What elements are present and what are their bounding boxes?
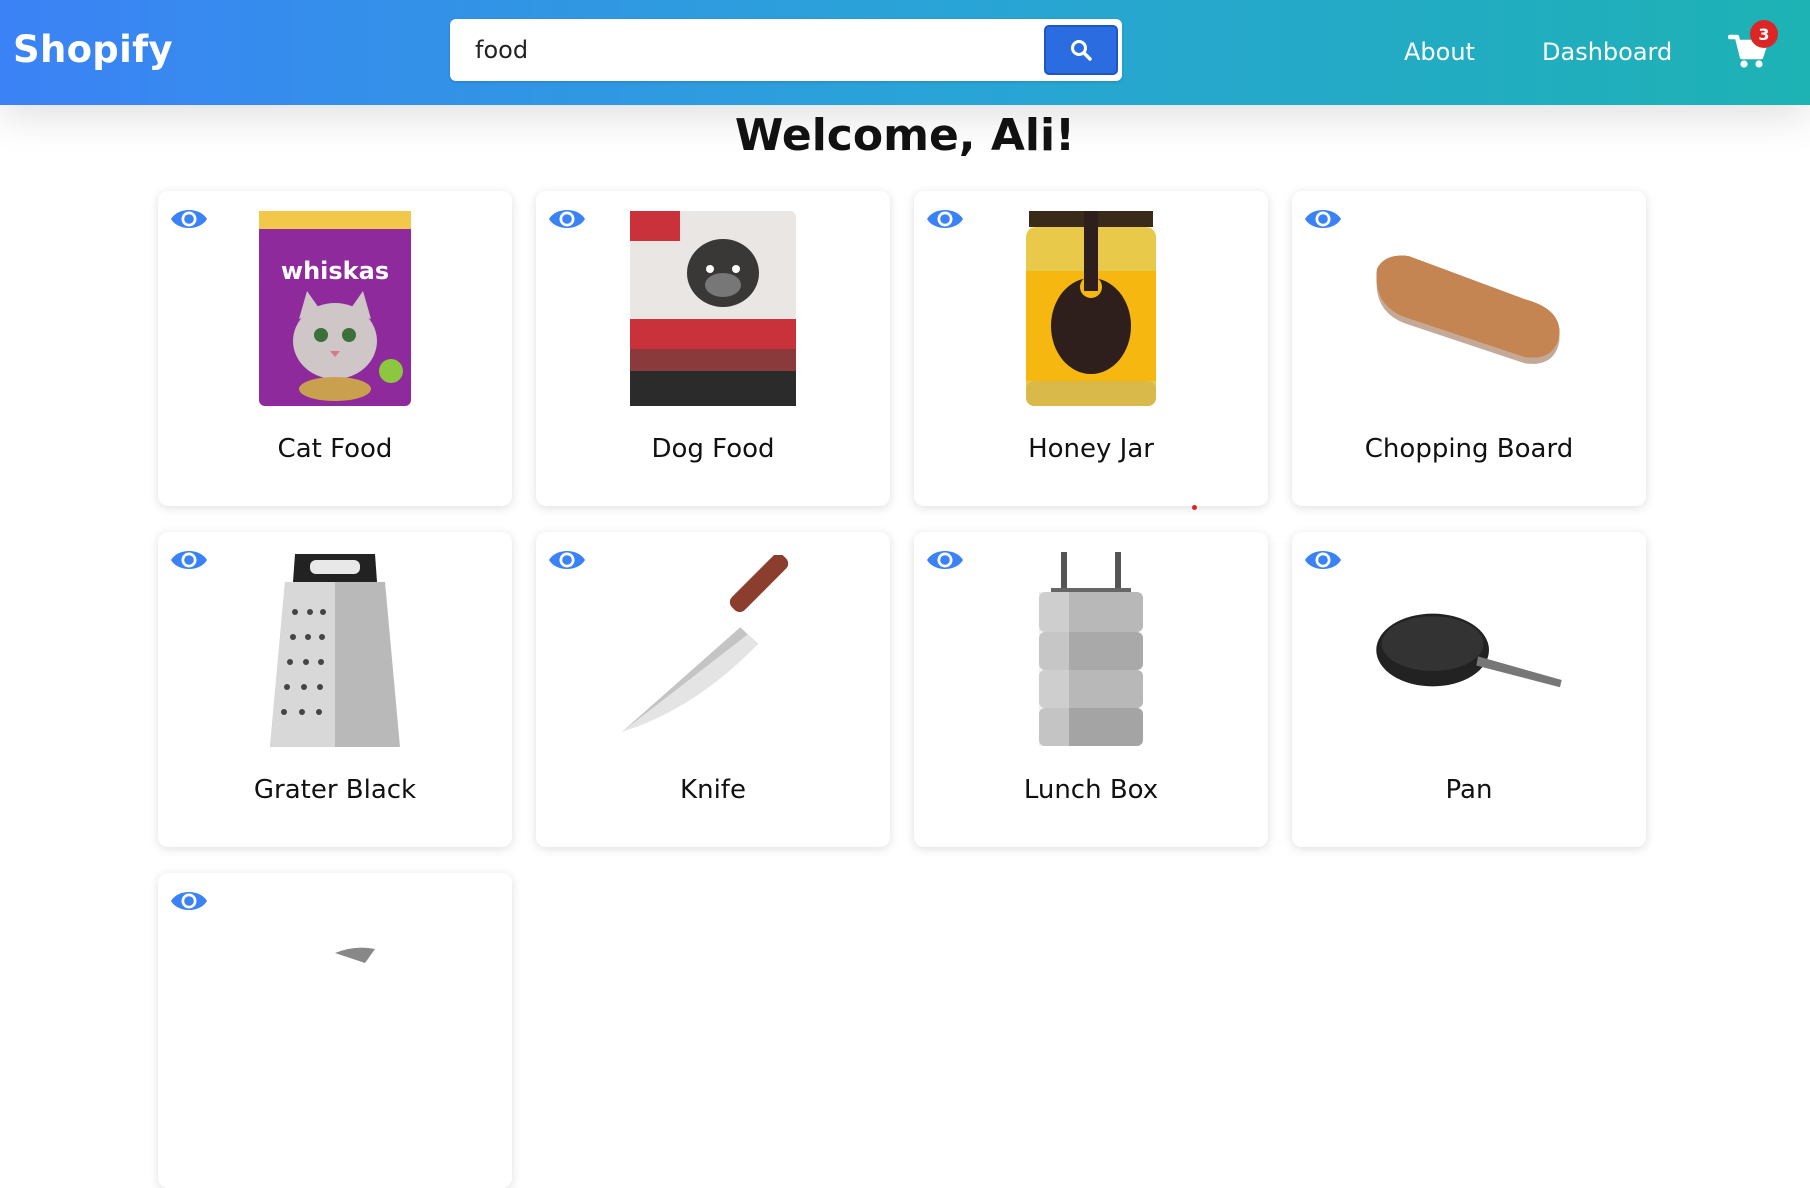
product-name: Pan: [1445, 775, 1493, 805]
product-card[interactable]: Lunch Box: [914, 532, 1268, 847]
product-name: Honey Jar: [1028, 434, 1154, 464]
product-card[interactable]: Pan: [1292, 532, 1646, 847]
eye-icon[interactable]: [170, 206, 208, 232]
eye-icon[interactable]: [1304, 206, 1342, 232]
product-grid: whiskas Cat Food Dog Food Honey Jar Chop…: [158, 191, 1648, 1188]
grater-image: [235, 552, 435, 747]
dog-food-image: [613, 211, 813, 406]
product-name: Grater Black: [253, 775, 417, 805]
product-card[interactable]: Dog Food: [536, 191, 890, 506]
nav-about-link[interactable]: About: [1404, 38, 1475, 66]
product-name: Knife: [680, 775, 746, 805]
eye-icon[interactable]: [548, 547, 586, 573]
eye-icon[interactable]: [1304, 547, 1342, 573]
knife-image: [613, 552, 813, 747]
indicator-dot: [1192, 505, 1197, 510]
welcome-heading: Welcome, Ali!: [734, 110, 1076, 161]
search-bar: [450, 19, 1122, 81]
product-name: Cat Food: [277, 434, 393, 464]
eye-icon[interactable]: [926, 547, 964, 573]
product-card[interactable]: [158, 873, 512, 1188]
eye-icon[interactable]: [170, 547, 208, 573]
product-name: Chopping Board: [1364, 434, 1574, 464]
product-name: Lunch Box: [1023, 775, 1159, 805]
product-name: Dog Food: [651, 434, 775, 464]
eye-icon[interactable]: [926, 206, 964, 232]
honey-jar-image: [991, 211, 1191, 406]
product-card[interactable]: Honey Jar: [914, 191, 1268, 506]
brand-logo[interactable]: Shopify: [13, 28, 173, 71]
search-icon: [1071, 40, 1092, 61]
cart-count-badge: 3: [1750, 20, 1778, 48]
eye-icon[interactable]: [548, 206, 586, 232]
cat-food-image: whiskas: [235, 211, 435, 406]
nav-dashboard-link[interactable]: Dashboard: [1542, 38, 1672, 66]
product-card[interactable]: Knife: [536, 532, 890, 847]
lunch-box-image: [991, 552, 1191, 747]
product-card[interactable]: whiskas Cat Food: [158, 191, 512, 506]
top-navbar: Shopify About Dashboard 3: [0, 0, 1810, 105]
product-card[interactable]: Grater Black: [158, 532, 512, 847]
svg-text:whiskas: whiskas: [281, 257, 389, 285]
eye-icon[interactable]: [170, 888, 208, 914]
search-input[interactable]: [450, 19, 1040, 81]
search-button[interactable]: [1044, 25, 1118, 75]
chopping-board-image: [1369, 211, 1569, 406]
product-image: [235, 893, 435, 1088]
pan-image: [1369, 552, 1569, 747]
product-card[interactable]: Chopping Board: [1292, 191, 1646, 506]
